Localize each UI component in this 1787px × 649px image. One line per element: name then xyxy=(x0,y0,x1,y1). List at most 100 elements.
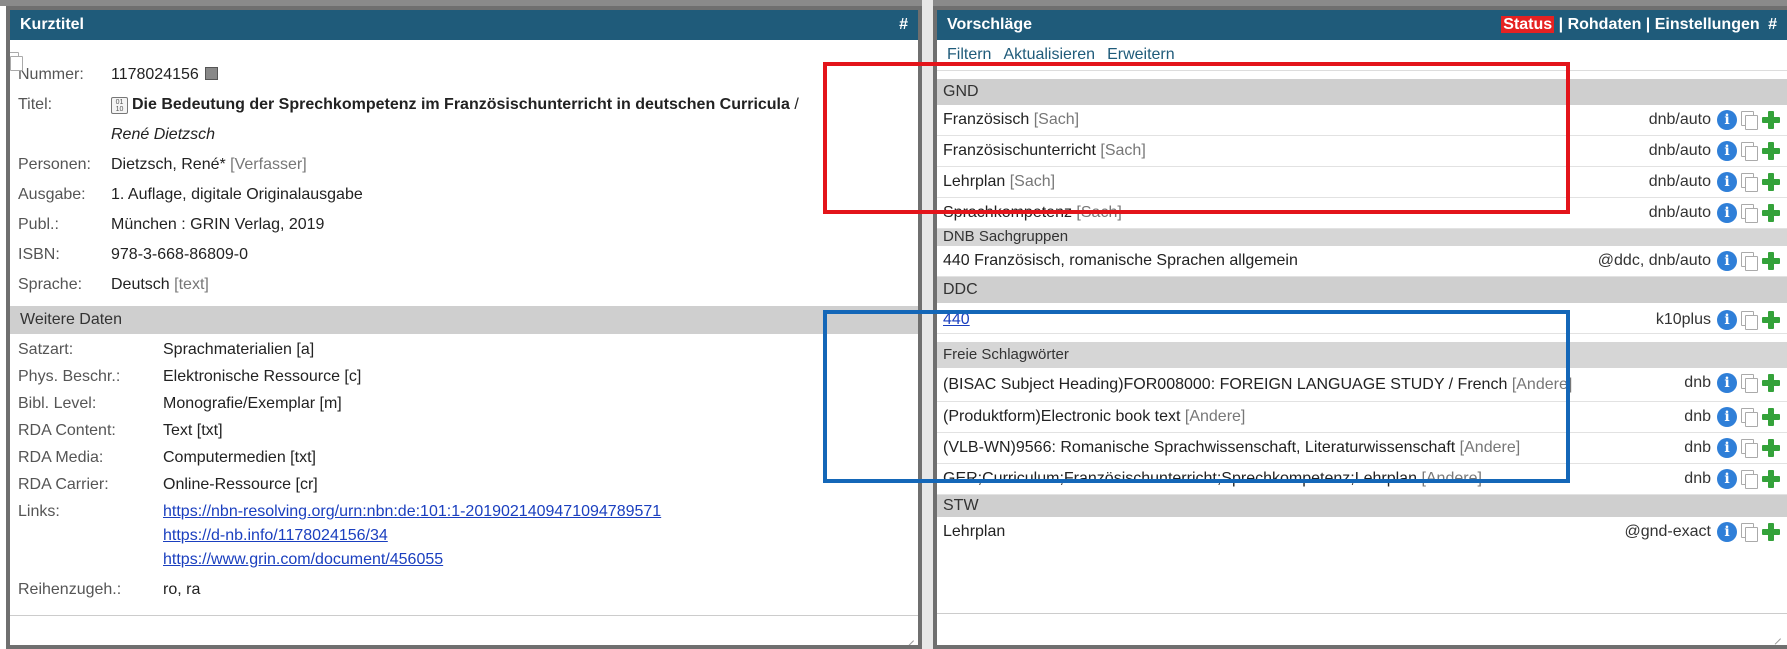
info-icon[interactable]: i xyxy=(1717,172,1737,192)
data-row: RDA Media: Computermedien [txt] xyxy=(18,444,910,471)
suggestion-type: [Andere] xyxy=(1421,470,1482,487)
links-row: Links: https://nbn-resolving.org/urn:nbn… xyxy=(18,498,910,572)
info-icon[interactable]: i xyxy=(1717,373,1737,393)
add-icon[interactable] xyxy=(1761,141,1781,161)
copy-icon[interactable] xyxy=(1741,408,1758,427)
record-icon[interactable] xyxy=(204,67,218,80)
link-grin-document[interactable]: https://www.grin.com/document/456055 xyxy=(163,551,443,568)
info-icon[interactable]: i xyxy=(1717,110,1737,130)
edition-text: 1. Auflage, digitale Originalausgabe xyxy=(111,186,363,203)
suggestion-type: [Sach] xyxy=(1033,111,1080,128)
rohdaten-link[interactable]: Rohdaten xyxy=(1568,16,1642,33)
field-label: ISBN: xyxy=(18,246,60,263)
info-icon[interactable]: i xyxy=(1717,469,1737,489)
suggestion-source: @gnd-exact xyxy=(1624,523,1711,540)
filtern-button[interactable]: Filtern xyxy=(947,46,991,63)
add-icon[interactable] xyxy=(1761,251,1781,271)
field-label: Ausgabe: xyxy=(18,186,86,203)
add-icon[interactable] xyxy=(1761,110,1781,130)
reihe-row: Reihenzugeh.: ro, ra xyxy=(18,576,910,603)
copy-icon[interactable] xyxy=(1741,252,1758,271)
suggestion-type: [Andere] xyxy=(1184,408,1246,425)
suggestion-type: [Andere] xyxy=(1511,376,1573,393)
group-freie-schlagwoerter: Freie Schlagwörter xyxy=(937,342,1787,368)
suggestion-type: [Sach] xyxy=(1076,204,1122,221)
field-label: Sprache: xyxy=(18,276,83,293)
add-icon[interactable] xyxy=(1761,407,1781,427)
suggestion-text[interactable]: Lehrplan xyxy=(943,521,1614,543)
suggestion-item: (VLB-WN)9566: Romanische Sprachwissensch… xyxy=(937,433,1787,464)
resize-handle[interactable] xyxy=(1771,629,1781,639)
status-link[interactable]: Status xyxy=(1501,16,1555,33)
suggestion-source: dnb xyxy=(1684,470,1711,487)
erweitern-button[interactable]: Erweitern xyxy=(1107,46,1175,63)
record-number: 1178024156 xyxy=(111,66,199,83)
field-label: Personen: xyxy=(18,156,91,173)
suggestion-text[interactable]: GER;Curriculum;Französischunterricht;Spr… xyxy=(943,470,1417,487)
suggestion-item: 440 Französisch, romanische Sprachen all… xyxy=(937,246,1787,277)
field-label: Bibl. Level: xyxy=(18,395,97,412)
add-icon[interactable] xyxy=(1761,438,1781,458)
suggestion-text[interactable]: (VLB-WN)9566: Romanische Sprachwissensch… xyxy=(943,439,1455,456)
weitere-daten-header: Weitere Daten xyxy=(10,306,918,334)
copy-icon[interactable] xyxy=(10,52,23,71)
einstellungen-link[interactable]: Einstellungen xyxy=(1655,16,1760,33)
suggestion-type: [Sach] xyxy=(1009,173,1056,190)
isbn-row: ISBN: 978-3-668-86809-0 xyxy=(18,240,910,270)
suggestion-text[interactable]: Sprachkompetenz xyxy=(943,204,1072,221)
suggestion-source: dnb/auto xyxy=(1648,142,1711,159)
copy-icon[interactable] xyxy=(1741,142,1758,161)
suggestion-source: dnb xyxy=(1684,374,1711,391)
copy-icon[interactable] xyxy=(1741,173,1758,192)
kurztitel-header: Kurztitel # xyxy=(10,10,918,40)
suggestion-text[interactable]: (Produktform)Electronic book text xyxy=(943,408,1180,425)
field-label: Links: xyxy=(18,503,60,520)
resize-handle[interactable] xyxy=(904,631,914,641)
person-name: Dietzsch, René* xyxy=(111,156,226,173)
aktualisieren-button[interactable]: Aktualisieren xyxy=(1003,46,1095,63)
copy-icon[interactable] xyxy=(1741,439,1758,458)
copy-icon[interactable] xyxy=(1741,111,1758,130)
add-icon[interactable] xyxy=(1761,310,1781,330)
info-icon[interactable]: i xyxy=(1717,438,1737,458)
field-label: Phys. Beschr.: xyxy=(18,368,121,385)
copy-icon[interactable] xyxy=(1741,204,1758,223)
field-label: RDA Media: xyxy=(18,449,104,466)
info-icon[interactable]: i xyxy=(1717,407,1737,427)
language-text: Deutsch xyxy=(111,276,170,293)
info-icon[interactable]: i xyxy=(1717,251,1737,271)
suggestion-text[interactable]: (BISAC Subject Heading)FOR008000: FOREIG… xyxy=(943,376,1507,393)
add-icon[interactable] xyxy=(1761,172,1781,192)
suggestion-text[interactable]: Lehrplan xyxy=(943,173,1005,190)
add-icon[interactable] xyxy=(1761,522,1781,542)
copy-icon[interactable] xyxy=(1741,374,1758,393)
field-value: Text [txt] xyxy=(163,422,223,439)
suggestion-source: k10plus xyxy=(1655,311,1711,328)
panel-menu-hash[interactable]: # xyxy=(899,16,908,34)
link-nbn-resolving[interactable]: https://nbn-resolving.org/urn:nbn:de:101… xyxy=(163,503,661,520)
copy-icon[interactable] xyxy=(1741,523,1758,542)
suggestion-text[interactable]: Französisch xyxy=(943,111,1029,128)
info-icon[interactable]: i xyxy=(1717,203,1737,223)
publisher-text: München : GRIN Verlag, 2019 xyxy=(111,216,325,233)
add-icon[interactable] xyxy=(1761,469,1781,489)
suggestion-source: dnb xyxy=(1684,408,1711,425)
panel-footer xyxy=(10,615,918,645)
add-icon[interactable] xyxy=(1761,373,1781,393)
info-icon[interactable]: i xyxy=(1717,310,1737,330)
info-icon[interactable]: i xyxy=(1717,522,1737,542)
suggestion-text[interactable]: 440 Französisch, romanische Sprachen all… xyxy=(943,250,1588,272)
ebook-icon: 01 10 xyxy=(111,97,128,114)
panel-splitter[interactable] xyxy=(922,0,933,649)
copy-icon[interactable] xyxy=(1741,311,1758,330)
field-label: Satzart: xyxy=(18,341,74,358)
link-dnb-info[interactable]: https://d-nb.info/1178024156/34 xyxy=(163,527,388,544)
info-icon[interactable]: i xyxy=(1717,141,1737,161)
suggestion-text[interactable]: Französischunterricht xyxy=(943,142,1096,159)
ddc-link[interactable]: 440 xyxy=(943,311,970,328)
add-icon[interactable] xyxy=(1761,203,1781,223)
copy-icon[interactable] xyxy=(1741,470,1758,489)
isbn-text: 978-3-668-86809-0 xyxy=(111,246,248,263)
suggestion-type: [Sach] xyxy=(1100,142,1146,159)
panel-menu-hash[interactable]: # xyxy=(1768,16,1777,33)
